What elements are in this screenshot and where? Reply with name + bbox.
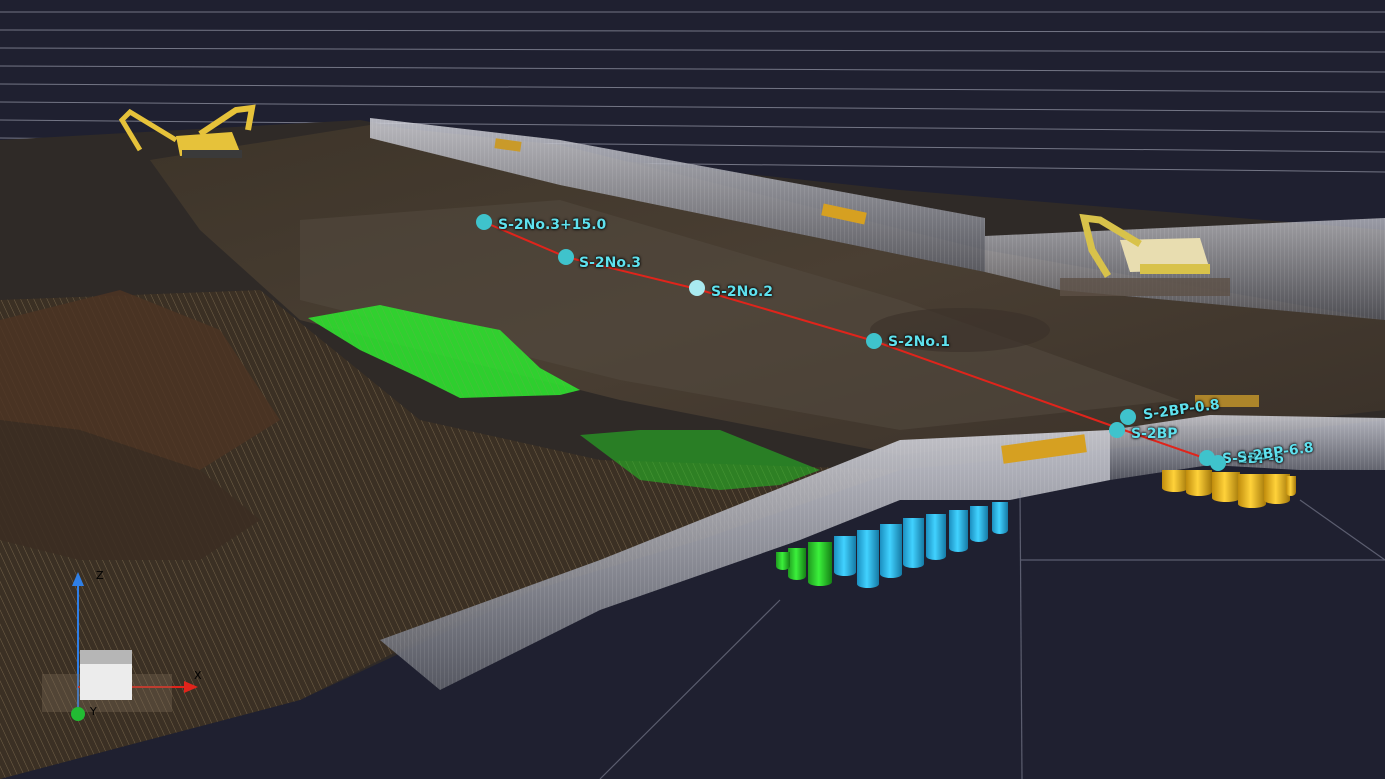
station-pin-s2-no3[interactable] xyxy=(558,249,574,265)
station-label-s2-no1: S-2No.1 xyxy=(888,334,951,350)
axis-gizmo-graphic xyxy=(42,572,198,721)
yellow-pile xyxy=(1162,470,1188,492)
blue-pile xyxy=(880,524,902,578)
yellow-pile-row xyxy=(1162,470,1296,508)
axis-y-label: Y xyxy=(90,705,97,718)
axis-z-label: Z xyxy=(96,569,104,582)
green-pile xyxy=(776,552,790,570)
station-pin-s2-no1[interactable] xyxy=(866,333,882,349)
station-label-s2-no3: S-2No.3 xyxy=(579,255,642,271)
blue-pile xyxy=(903,518,924,568)
station-pin-s2-bp-68[interactable] xyxy=(1210,455,1226,471)
station-label-s2-no2: S-2No.2 xyxy=(711,284,774,300)
station-pin-s2-bp[interactable] xyxy=(1109,422,1125,438)
yellow-pile xyxy=(1186,470,1212,496)
station-pin-s2-no2[interactable] xyxy=(689,280,705,296)
green-pile-row xyxy=(776,542,832,586)
blue-pile xyxy=(949,510,968,552)
blue-pile xyxy=(992,502,1008,534)
station-pin-s2-bp-08[interactable] xyxy=(1120,409,1136,425)
blue-pile xyxy=(970,506,988,542)
green-pile xyxy=(788,548,806,580)
axis-orientation-gizmo[interactable]: Z X Y xyxy=(36,562,216,732)
grid-line xyxy=(0,47,1385,53)
axis-x-label: X xyxy=(194,669,202,682)
station-pin-s2-no3-15[interactable] xyxy=(476,214,492,230)
grid-line xyxy=(0,65,1385,73)
station-label-s2-no3-15: S-2No.3+15.0 xyxy=(498,217,607,233)
grid-line xyxy=(0,29,1385,33)
yellow-pile xyxy=(1286,476,1296,496)
green-pile xyxy=(808,542,832,586)
yellow-pile xyxy=(1212,472,1240,502)
point-cloud-viewport[interactable]: S-2No.3+15.0 S-2No.3 S-2No.2 S-2No.1 S-2BP-0… xyxy=(0,0,1385,779)
blue-pile xyxy=(857,530,879,588)
blue-pile xyxy=(926,514,946,560)
grid-line xyxy=(0,83,1385,93)
yellow-pile xyxy=(1238,474,1266,508)
station-label-s2-bp: S-2BP xyxy=(1131,426,1178,442)
blue-pile xyxy=(834,536,856,576)
grid-line xyxy=(0,101,1385,113)
